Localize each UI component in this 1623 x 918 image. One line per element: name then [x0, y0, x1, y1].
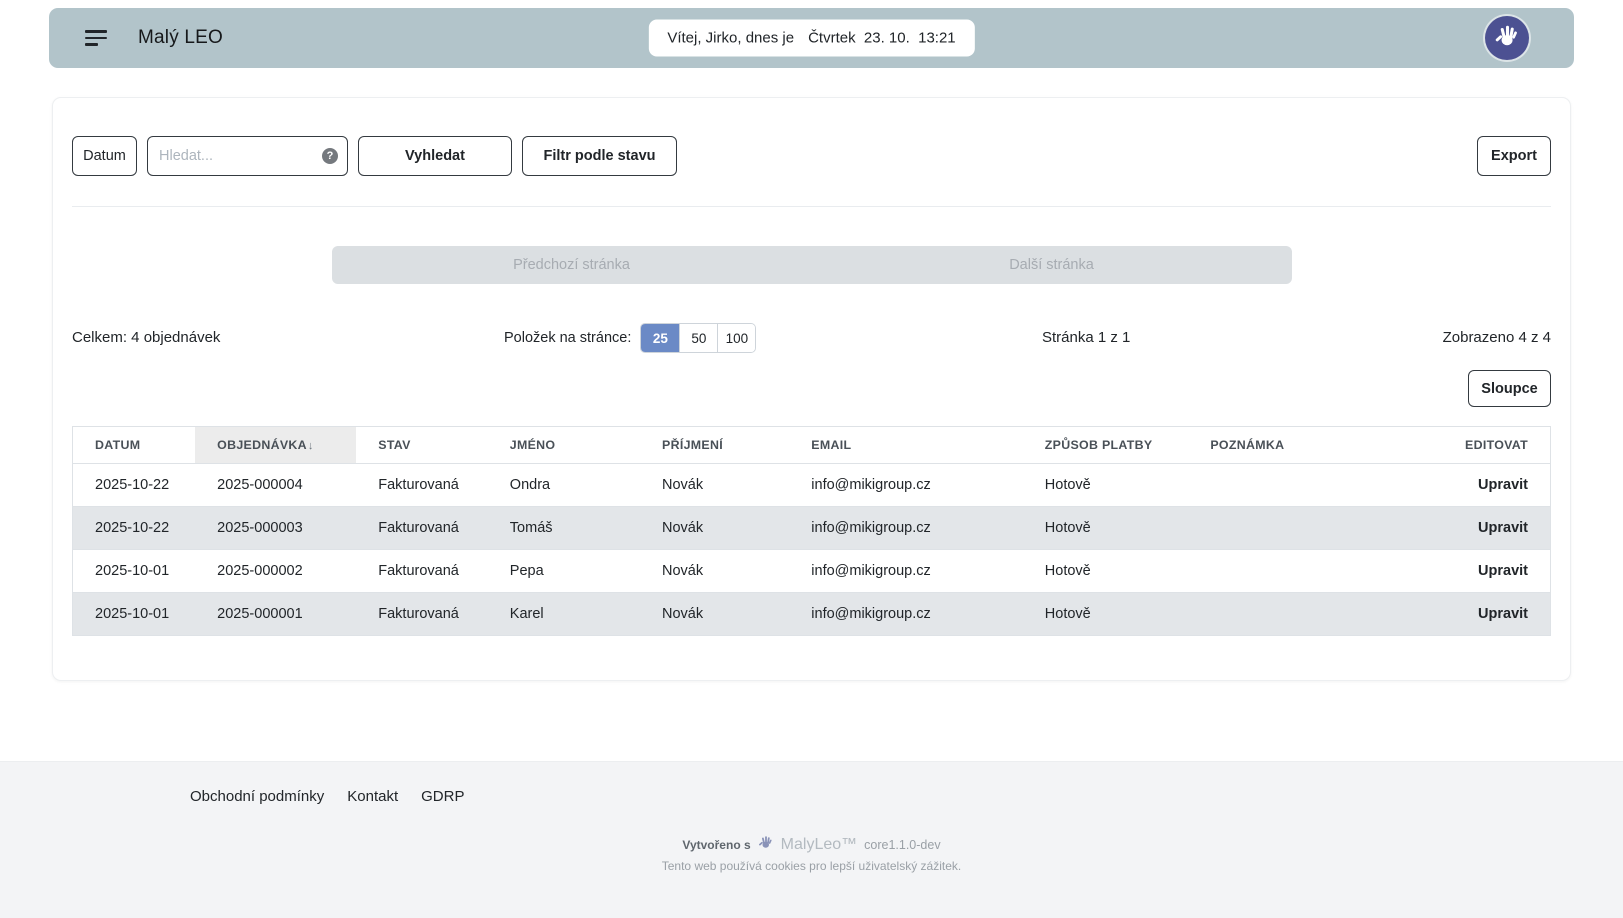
toolbar-divider [72, 206, 1551, 207]
col-header-prijmeni[interactable]: PŘÍJMENÍ [640, 427, 789, 464]
col-header-editovat: EDITOVAT [1373, 427, 1550, 464]
menu-icon[interactable] [85, 30, 107, 46]
col-header-email[interactable]: EMAIL [789, 427, 1023, 464]
cell-objednavka: 2025-000004 [195, 464, 356, 507]
col-header-stav[interactable]: STAV [356, 427, 488, 464]
filter-toolbar: Datum ? Vyhledat Filtr podle stavu Expor… [72, 136, 1551, 176]
cell-stav: Fakturovaná [356, 464, 488, 507]
page-size-100-button[interactable]: 100 [717, 324, 755, 352]
search-button[interactable]: Vyhledat [358, 136, 512, 176]
cell-jmeno: Pepa [488, 550, 640, 593]
cell-email: info@mikigroup.cz [789, 593, 1023, 636]
cell-datum: 2025-10-22 [73, 464, 196, 507]
cell-prijmeni: Novák [640, 550, 789, 593]
cell-platba: Hotově [1023, 550, 1189, 593]
cell-poznamka [1188, 550, 1373, 593]
cell-datum: 2025-10-01 [73, 550, 196, 593]
table-header-row: DATUM OBJEDNÁVKA↓ STAV JMÉNO PŘÍJMENÍ EM… [73, 427, 1551, 464]
user-avatar[interactable] [1485, 16, 1529, 60]
col-header-jmeno[interactable]: JMÉNO [488, 427, 640, 464]
cell-jmeno: Tomáš [488, 507, 640, 550]
cell-email: info@mikigroup.cz [789, 464, 1023, 507]
cell-datum: 2025-10-22 [73, 507, 196, 550]
help-icon[interactable]: ? [322, 148, 338, 164]
table-stats-row: Celkem: 4 objednávek Položek na stránce:… [72, 323, 1551, 353]
next-page-button[interactable]: Další stránka [812, 246, 1292, 284]
cell-prijmeni: Novák [640, 507, 789, 550]
page-indicator: Stránka 1 z 1 [1042, 323, 1130, 353]
orders-table: DATUM OBJEDNÁVKA↓ STAV JMÉNO PŘÍJMENÍ EM… [72, 426, 1551, 636]
cell-stav: Fakturovaná [356, 507, 488, 550]
footer-link-kontakt[interactable]: Kontakt [347, 788, 398, 805]
page-size-25-button[interactable]: 25 [641, 324, 679, 352]
date-filter-button[interactable]: Datum [72, 136, 137, 176]
hand-logo-icon [1494, 22, 1521, 54]
previous-page-button[interactable]: Předchozí stránka [332, 246, 812, 284]
col-header-datum[interactable]: DATUM [73, 427, 196, 464]
col-header-poznamka[interactable]: POZNÁMKA [1188, 427, 1373, 464]
items-per-page-control: Položek na stránce: 25 50 100 [504, 323, 756, 353]
export-button[interactable]: Export [1477, 136, 1551, 176]
items-per-page-label: Položek na stránce: [504, 323, 631, 353]
top-header: Malý LEO Vítej, Jirko, dnes je Čtvrtek 2… [49, 8, 1574, 68]
page-size-group: 25 50 100 [640, 323, 756, 353]
cell-jmeno: Ondra [488, 464, 640, 507]
pagination-bar: Předchozí stránka Další stránka [332, 246, 1292, 284]
total-count-label: Celkem: 4 objednávek [72, 323, 220, 353]
site-footer: Obchodní podmínky Kontakt GDRP Vytvořeno… [0, 761, 1623, 918]
cell-objednavka: 2025-000002 [195, 550, 356, 593]
brand-name: MalyLeo™ [781, 836, 857, 854]
version-label: core1.1.0-dev [864, 838, 940, 852]
table-row: 2025-10-22 2025-000004 Fakturovaná Ondra… [73, 464, 1551, 507]
cell-objednavka: 2025-000001 [195, 593, 356, 636]
footer-link-obchodni-podminky[interactable]: Obchodní podmínky [190, 788, 324, 805]
current-datetime: Čtvrtek 23. 10. 13:21 [808, 30, 956, 47]
col-header-zpusob-platby[interactable]: ZPŮSOB PLATBY [1023, 427, 1189, 464]
edit-button[interactable]: Upravit [1478, 477, 1528, 493]
cell-prijmeni: Novák [640, 464, 789, 507]
cell-prijmeni: Novák [640, 593, 789, 636]
shown-count-label: Zobrazeno 4 z 4 [1443, 323, 1551, 353]
created-with-label: Vytvořeno s [682, 838, 750, 852]
table-row: 2025-10-01 2025-000002 Fakturovaná Pepa … [73, 550, 1551, 593]
col-header-objednavka[interactable]: OBJEDNÁVKA↓ [195, 427, 356, 464]
columns-button[interactable]: Sloupce [1468, 370, 1551, 407]
footer-credit: Vytvořeno s MalyLeo™ core1.1.0-dev [0, 834, 1623, 855]
hand-logo-small-icon [758, 834, 774, 855]
columns-row: Sloupce [72, 370, 1551, 407]
cell-poznamka [1188, 593, 1373, 636]
table-row: 2025-10-22 2025-000003 Fakturovaná Tomáš… [73, 507, 1551, 550]
cell-objednavka: 2025-000003 [195, 507, 356, 550]
footer-link-gdrp[interactable]: GDRP [421, 788, 464, 805]
edit-button[interactable]: Upravit [1478, 606, 1528, 622]
status-filter-button[interactable]: Filtr podle stavu [522, 136, 677, 176]
edit-button[interactable]: Upravit [1478, 520, 1528, 536]
search-input[interactable] [159, 148, 322, 164]
cell-platba: Hotově [1023, 507, 1189, 550]
edit-button[interactable]: Upravit [1478, 563, 1528, 579]
orders-panel: Datum ? Vyhledat Filtr podle stavu Expor… [52, 97, 1571, 681]
welcome-text: Vítej, Jirko, dnes je [667, 30, 794, 47]
cell-poznamka [1188, 507, 1373, 550]
cell-stav: Fakturovaná [356, 550, 488, 593]
cell-email: info@mikigroup.cz [789, 507, 1023, 550]
app-title: Malý LEO [138, 27, 223, 49]
cell-email: info@mikigroup.cz [789, 550, 1023, 593]
table-row: 2025-10-01 2025-000001 Fakturovaná Karel… [73, 593, 1551, 636]
cell-jmeno: Karel [488, 593, 640, 636]
search-box[interactable]: ? [147, 136, 348, 176]
welcome-banner: Vítej, Jirko, dnes je Čtvrtek 23. 10. 13… [648, 20, 974, 57]
cell-platba: Hotově [1023, 464, 1189, 507]
cell-datum: 2025-10-01 [73, 593, 196, 636]
sort-descending-icon: ↓ [308, 440, 314, 452]
cell-stav: Fakturovaná [356, 593, 488, 636]
cell-poznamka [1188, 464, 1373, 507]
footer-links: Obchodní podmínky Kontakt GDRP [0, 762, 1623, 805]
cookies-notice: Tento web používá cookies pro lepší uživ… [0, 859, 1623, 873]
cell-platba: Hotově [1023, 593, 1189, 636]
page-size-50-button[interactable]: 50 [679, 324, 717, 352]
